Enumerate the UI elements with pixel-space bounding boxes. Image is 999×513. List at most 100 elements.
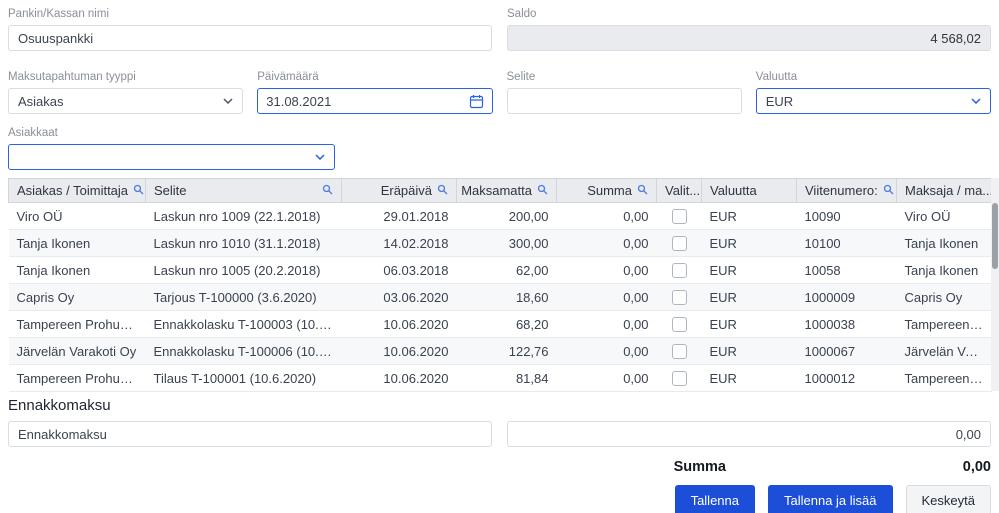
column-label: Valit... (665, 183, 701, 198)
description-label: Selite (506, 71, 536, 83)
row-select-checkbox[interactable] (671, 371, 687, 387)
cell-customer: Tanja Ikonen (8, 256, 146, 284)
column-header-customer[interactable]: Asiakas / Toimittaja (8, 178, 146, 203)
currency-label: Valuutta (755, 71, 798, 83)
chevron-down-icon (315, 154, 325, 160)
column-label: Maksaja / ma... (905, 183, 992, 198)
table-row[interactable]: Tanja Ikonen Laskun nro 1010 (31.1.2018) 1… (8, 229, 992, 257)
row-select-checkbox[interactable] (671, 209, 687, 225)
save-and-add-button[interactable]: Tallenna ja lisää (768, 485, 893, 513)
table-scrollbar[interactable] (991, 178, 999, 391)
cell-selected (656, 229, 702, 257)
bank-name-label: Pankin/Kassan nimi (8, 8, 109, 20)
cell-reference: 1000038 (796, 310, 897, 338)
cell-due-date: 03.06.2020 (341, 283, 457, 311)
column-label: Selite (154, 183, 187, 198)
row-select-checkbox[interactable] (671, 263, 687, 279)
currency-select[interactable]: EUR (755, 88, 991, 114)
cell-currency: EUR (701, 202, 797, 230)
cell-selected (656, 202, 702, 230)
column-label: Maksamatta (461, 183, 532, 198)
cell-description: Laskun nro 1005 (20.2.2018) (145, 256, 342, 284)
table-header-row: Asiakas / Toimittaja Selite Eräpäivä Mak… (8, 178, 992, 203)
description-field: Selite (506, 71, 742, 114)
column-label: Eräpäivä (380, 183, 432, 198)
calendar-icon[interactable] (469, 94, 484, 109)
row-select-checkbox[interactable] (671, 236, 687, 252)
column-header-currency[interactable]: Valuutta (701, 178, 797, 203)
cell-reference: 10090 (796, 202, 897, 230)
cell-description: Ennakkolasku T-100003 (10.6.2... (145, 310, 342, 338)
date-input[interactable] (266, 93, 469, 109)
cell-description: Tarjous T-100000 (3.6.2020) (145, 283, 342, 311)
column-header-selected[interactable]: Valit... (656, 178, 702, 203)
payments-table: Asiakas / Toimittaja Selite Eräpäivä Mak… (8, 178, 992, 392)
bank-name-input[interactable] (8, 25, 492, 51)
description-input[interactable] (506, 88, 742, 114)
cell-customer: Tampereen Prohuolto... (8, 310, 146, 338)
column-header-unpaid[interactable]: Maksamatta (456, 178, 557, 203)
cell-sum: 0,00 (556, 364, 657, 392)
scrollbar-thumb[interactable] (992, 203, 998, 269)
cell-payer: Tampereen Pr... (896, 310, 992, 338)
cell-unpaid: 81,84 (456, 364, 557, 392)
table-row[interactable]: Järvelän Varakoti Oy Ennakkolasku T-10000… (8, 337, 992, 365)
cell-payer: Tanja Ikonen (896, 229, 992, 257)
save-button[interactable]: Tallenna (674, 485, 755, 513)
customers-select[interactable] (8, 144, 335, 170)
cell-selected (656, 256, 702, 284)
currency-field: Valuutta EUR (755, 71, 991, 114)
advance-payment-heading: Ennakkomaksu (8, 397, 111, 414)
date-label: Päivämäärä (257, 71, 319, 83)
column-header-due-date[interactable]: Eräpäivä (341, 178, 457, 203)
column-header-sum[interactable]: Summa (556, 178, 657, 203)
search-icon (537, 183, 548, 198)
cell-customer: Järvelän Varakoti Oy (8, 337, 146, 365)
cell-currency: EUR (701, 283, 797, 311)
column-label: Viitenumero: (805, 183, 878, 198)
cell-currency: EUR (701, 229, 797, 257)
balance-field: Saldo (507, 8, 991, 51)
table-row[interactable]: Tampereen Prohuolto... Tilaus T-100001 (1… (8, 364, 992, 392)
date-field: Päivämäärä (257, 71, 493, 114)
cell-payer: Viro OÜ (896, 202, 992, 230)
cancel-button[interactable]: Keskeytä (905, 485, 991, 513)
cell-unpaid: 68,20 (456, 310, 557, 338)
search-icon (437, 183, 448, 198)
column-label: Asiakas / Toimittaja (17, 183, 129, 198)
search-icon (637, 183, 648, 198)
cell-due-date: 29.01.2018 (341, 202, 457, 230)
cell-due-date: 10.06.2020 (341, 310, 457, 338)
cell-payer: Capris Oy (896, 283, 992, 311)
table-row[interactable]: Viro OÜ Laskun nro 1009 (22.1.2018) 29.01.… (8, 202, 992, 230)
payment-type-select[interactable]: Asiakas (8, 88, 244, 114)
total-label: Summa (673, 459, 726, 475)
search-icon (883, 183, 894, 198)
cell-unpaid: 62,00 (456, 256, 557, 284)
cell-currency: EUR (701, 364, 797, 392)
payment-type-value: Asiakas (18, 93, 64, 109)
column-header-reference[interactable]: Viitenumero: (796, 178, 897, 203)
search-icon (322, 183, 333, 198)
advance-payment-name-input[interactable] (8, 421, 492, 447)
cell-selected (656, 310, 702, 338)
cell-description: Laskun nro 1010 (31.1.2018) (145, 229, 342, 257)
row-select-checkbox[interactable] (671, 290, 687, 306)
cell-sum: 0,00 (556, 283, 657, 311)
table-row[interactable]: Tampereen Prohuolto... Ennakkolasku T-100… (8, 310, 992, 338)
customers-label: Asiakkaat (8, 127, 58, 139)
cell-currency: EUR (701, 310, 797, 338)
payment-type-field: Maksutapahtuman tyyppi Asiakas (8, 71, 244, 114)
table-row[interactable]: Capris Oy Tarjous T-100000 (3.6.2020) 03.0… (8, 283, 992, 311)
advance-payment-amount-input[interactable] (507, 421, 991, 447)
cell-unpaid: 200,00 (456, 202, 557, 230)
table-row[interactable]: Tanja Ikonen Laskun nro 1005 (20.2.2018) 0… (8, 256, 992, 284)
payment-type-label: Maksutapahtuman tyyppi (8, 71, 136, 83)
chevron-down-icon (971, 98, 981, 104)
column-header-payer[interactable]: Maksaja / ma... (896, 178, 992, 203)
cell-reference: 1000012 (796, 364, 897, 392)
column-header-description[interactable]: Selite (145, 178, 342, 203)
row-select-checkbox[interactable] (671, 344, 687, 360)
column-label: Summa (587, 183, 632, 198)
row-select-checkbox[interactable] (671, 317, 687, 333)
